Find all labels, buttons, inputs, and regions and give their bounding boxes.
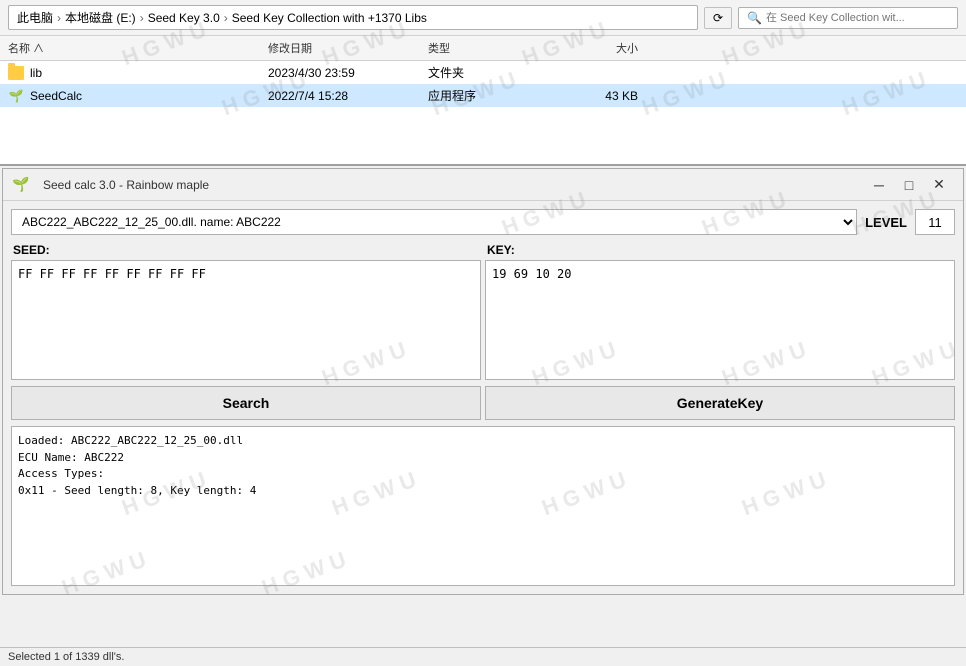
dll-select[interactable]: ABC222_ABC222_12_25_00.dll. name: ABC222	[11, 209, 857, 235]
file-name-lib: lib	[30, 66, 42, 80]
key-label: KEY:	[485, 243, 955, 257]
level-input[interactable]	[915, 209, 955, 235]
sep-2: ›	[224, 11, 228, 25]
col-header-name: 名称 ∧	[8, 40, 268, 56]
breadcrumb-part-2: Seed Key 3.0	[148, 11, 220, 25]
status-text: Selected 1 of 1339 dll's.	[8, 651, 124, 663]
search-button[interactable]: Search	[11, 386, 481, 420]
level-label: LEVEL	[865, 215, 907, 230]
log-area: Loaded: ABC222_ABC222_12_25_00.dll ECU N…	[11, 426, 955, 586]
explorer-search[interactable]: 🔍	[738, 7, 958, 29]
file-row-lib[interactable]: lib 2023/4/30 23:59 文件夹	[0, 61, 966, 84]
sep-0: ›	[57, 11, 61, 25]
status-bar: Selected 1 of 1339 dll's.	[0, 647, 966, 666]
file-size-seedcalc: 43 KB	[558, 89, 638, 103]
file-name-seedcalc: SeedCalc	[30, 89, 82, 103]
file-date-seedcalc: 2022/7/4 15:28	[268, 89, 428, 103]
app-title: Seed calc 3.0 - Rainbow maple	[43, 178, 209, 192]
seed-label: SEED:	[11, 243, 481, 257]
sep-1: ›	[140, 11, 144, 25]
title-bar: 🌱 Seed calc 3.0 - Rainbow maple ─ □ ✕	[3, 169, 963, 201]
breadcrumb-part-0: 此电脑	[17, 9, 53, 26]
app-icon: 🌱	[13, 177, 29, 193]
file-row-seedcalc[interactable]: 🌱 SeedCalc 2022/7/4 15:28 应用程序 43 KB	[0, 84, 966, 107]
key-textarea[interactable]	[485, 260, 955, 380]
breadcrumb-part-1: 本地磁盘 (E:)	[65, 9, 136, 26]
generate-key-button[interactable]: GenerateKey	[485, 386, 955, 420]
file-list-area: 名称 ∧ 修改日期 类型 大小 lib 2023/4/30 23:59 文件夹 …	[0, 36, 966, 166]
seed-panel: SEED:	[11, 243, 481, 380]
buttons-row: Search GenerateKey	[11, 386, 955, 420]
key-panel: KEY:	[485, 243, 955, 380]
dll-row: ABC222_ABC222_12_25_00.dll. name: ABC222…	[11, 209, 955, 235]
explorer-search-input[interactable]	[766, 12, 949, 24]
close-button[interactable]: ✕	[925, 175, 953, 195]
folder-icon	[8, 66, 24, 80]
breadcrumb[interactable]: 此电脑 › 本地磁盘 (E:) › Seed Key 3.0 › Seed Ke…	[8, 5, 698, 30]
file-type-seedcalc: 应用程序	[428, 87, 558, 104]
search-icon: 🔍	[747, 11, 762, 25]
file-list-header: 名称 ∧ 修改日期 类型 大小	[0, 36, 966, 61]
minimize-button[interactable]: ─	[865, 175, 893, 195]
refresh-button[interactable]: ⟳	[704, 7, 732, 29]
log-line-0: Loaded: ABC222_ABC222_12_25_00.dll	[18, 433, 948, 450]
log-line-1: ECU Name: ABC222	[18, 450, 948, 467]
app-content: ABC222_ABC222_12_25_00.dll. name: ABC222…	[3, 201, 963, 594]
col-header-type: 类型	[428, 40, 558, 56]
exe-icon: 🌱	[8, 88, 24, 104]
log-line-2: Access Types:	[18, 466, 948, 483]
panels-row: SEED: KEY:	[11, 243, 955, 380]
file-date-lib: 2023/4/30 23:59	[268, 66, 428, 80]
file-type-lib: 文件夹	[428, 64, 558, 81]
breadcrumb-part-3: Seed Key Collection with +1370 Libs	[232, 11, 427, 25]
explorer-bar: 此电脑 › 本地磁盘 (E:) › Seed Key 3.0 › Seed Ke…	[0, 0, 966, 36]
maximize-button[interactable]: □	[895, 175, 923, 195]
seed-textarea[interactable]	[11, 260, 481, 380]
col-header-size: 大小	[558, 40, 638, 56]
app-window: 🌱 Seed calc 3.0 - Rainbow maple ─ □ ✕ AB…	[2, 168, 964, 595]
log-line-3: 0x11 - Seed length: 8, Key length: 4	[18, 483, 948, 500]
col-header-date: 修改日期	[268, 40, 428, 56]
